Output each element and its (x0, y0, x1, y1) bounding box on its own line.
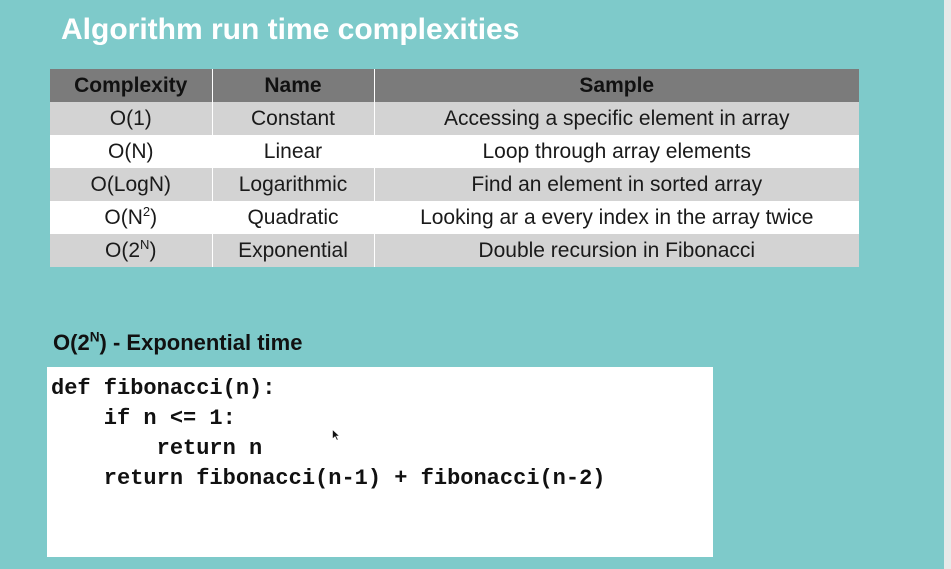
table-row: O(2N) Exponential Double recursion in Fi… (50, 234, 859, 267)
section-heading: O(2N) - Exponential time (53, 329, 303, 355)
sample-cell: Accessing a specific element in array (444, 106, 790, 130)
code-block: def fibonacci(n): if n <= 1: return n re… (47, 367, 713, 557)
slide-title: Algorithm run time complexities (61, 13, 520, 46)
sample-cell: Loop through array elements (482, 139, 752, 163)
sample-cell: Looking ar a every index in the array tw… (420, 205, 814, 229)
code-line: return fibonacci(n-1) + fibonacci(n-2) (51, 466, 606, 491)
table-row: O(N) Linear Loop through array elements (50, 135, 859, 168)
complexity-cell: O(N2) (50, 201, 213, 234)
code-line: if n <= 1: (51, 406, 236, 431)
table-row: O(1) Constant Accessing a specific eleme… (50, 102, 859, 135)
complexity-cell: O(2N) (50, 234, 213, 267)
complexity-cell: O(LogN) (50, 168, 213, 201)
name-cell: Exponential (212, 234, 375, 267)
code-line: def fibonacci(n): (51, 376, 276, 401)
column-header-sample: Sample (579, 73, 655, 97)
table-row: O(LogN) Logarithmic Find an element in s… (50, 168, 859, 201)
table-row: O(N2) Quadratic Looking ar a every index… (50, 201, 859, 234)
sample-cell: Find an element in sorted array (471, 172, 763, 196)
code-line: return n (51, 436, 263, 461)
complexity-table: Complexity Name Sample O(1) Constant Acc… (50, 69, 859, 267)
complexity-cell: O(1) (50, 102, 213, 135)
name-cell: Logarithmic (212, 168, 375, 201)
table-header-row: Complexity Name Sample (50, 69, 859, 102)
name-cell: Constant (212, 102, 375, 135)
column-header-name: Name (212, 69, 375, 102)
column-header-complexity: Complexity (50, 69, 213, 102)
mouse-pointer-icon (332, 429, 340, 441)
complexity-cell: O(N) (50, 135, 213, 168)
window-edge (944, 0, 951, 569)
sample-cell: Double recursion in Fibonacci (478, 238, 756, 262)
name-cell: Linear (212, 135, 375, 168)
name-cell: Quadratic (212, 201, 375, 234)
